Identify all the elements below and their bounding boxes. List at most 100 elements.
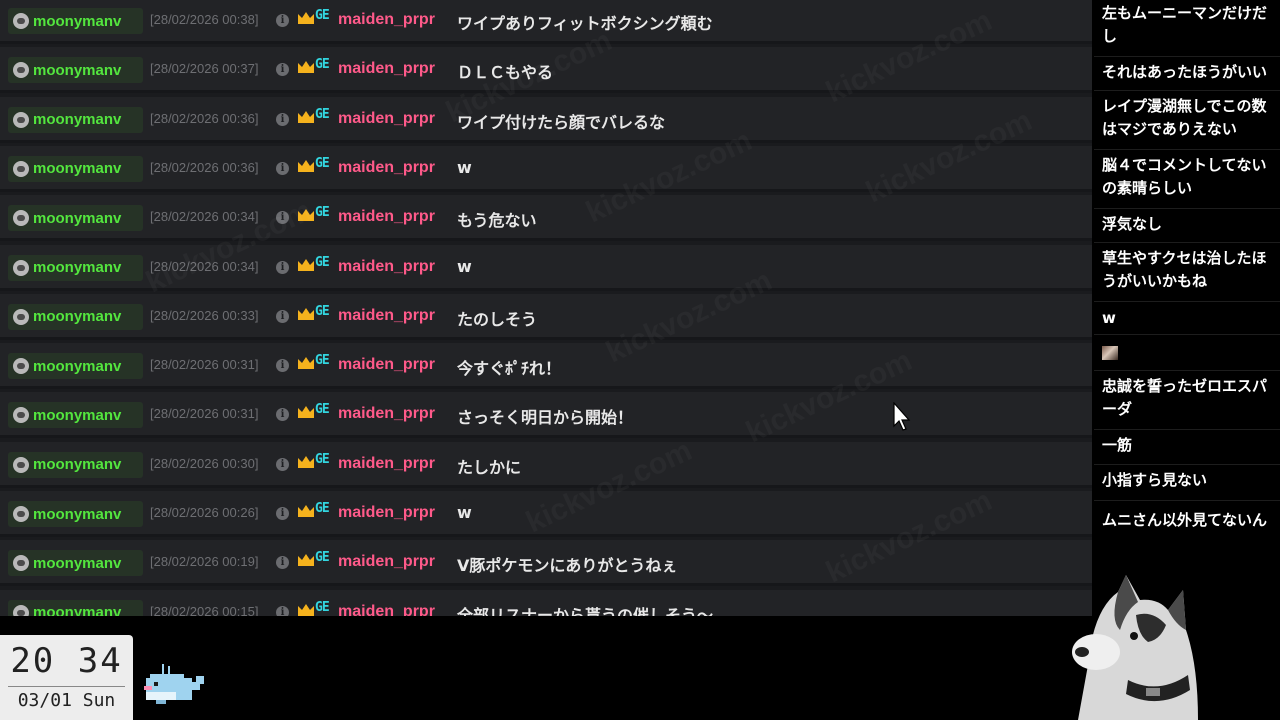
sender-name[interactable]: maiden_prpr (338, 208, 435, 226)
info-icon[interactable]: i (276, 408, 289, 422)
tag-badge-icon: GE (315, 303, 330, 319)
sender-name[interactable]: maiden_prpr (338, 110, 435, 128)
chat-row: moonymanv [28/02/2026 00:37] i GE maiden_prp… (0, 47, 1092, 94)
tag-badge-icon: GE (315, 599, 330, 615)
chat-message: 今すぐﾎﾟﾁれ！ (457, 359, 562, 379)
crown-icon (298, 357, 314, 370)
crown-icon (298, 455, 314, 468)
avatar-icon (13, 13, 29, 29)
info-icon[interactable]: i (276, 112, 289, 126)
username-badge[interactable]: moonymanv (8, 402, 143, 429)
sender-name[interactable]: maiden_prpr (338, 307, 435, 325)
timestamp: [28/02/2026 00:31] (150, 406, 259, 422)
username-badge[interactable]: moonymanv (8, 106, 143, 133)
clock-date: 03/01 Sun (17, 690, 116, 711)
avatar-icon (13, 456, 29, 473)
timestamp: [28/02/2026 00:15] (150, 603, 259, 616)
info-icon[interactable]: i (276, 260, 289, 274)
avatar-icon (13, 210, 29, 227)
comment-item: レイプ漫湖無しでこの数はマジでありえない (1102, 97, 1267, 138)
sender-name[interactable]: maiden_prpr (338, 60, 435, 78)
avatar-icon (13, 506, 29, 522)
timestamp: [28/02/2026 00:38] (150, 12, 259, 27)
username-badge[interactable]: moonymanv (8, 57, 143, 84)
timestamp: [28/02/2026 00:26] (150, 505, 259, 520)
username-badge[interactable]: moonymanv (8, 353, 143, 380)
username-badge[interactable]: moonymanv (8, 8, 143, 34)
info-icon[interactable]: i (276, 359, 289, 373)
username-badge[interactable]: moonymanv (8, 303, 143, 330)
avatar-icon (13, 259, 29, 276)
crown-icon (298, 554, 314, 567)
username-badge[interactable]: moonymanv (8, 599, 143, 616)
avatar-icon (13, 358, 29, 375)
info-icon[interactable]: i (276, 211, 289, 225)
tag-badge-icon: GE (315, 57, 330, 73)
username-badge[interactable]: moonymanv (8, 501, 143, 527)
info-icon[interactable]: i (276, 63, 289, 77)
comment-divider (1094, 500, 1280, 501)
comment-item: ムニさん以外見てないんだ (1102, 511, 1268, 529)
chat-message: もう危ない (457, 211, 537, 231)
username-badge[interactable]: moonymanv (8, 254, 143, 281)
comment-divider (1094, 464, 1280, 465)
comment-divider (1094, 242, 1280, 243)
chat-row: moonymanv [28/02/2026 00:31] i GE maiden_prp… (0, 343, 1092, 390)
sender-name[interactable]: maiden_prpr (338, 405, 435, 423)
comment-item: 草生やすクセは治したほうがいいかもね (1102, 249, 1267, 290)
avatar-icon (13, 62, 29, 79)
sender-name[interactable]: maiden_prpr (338, 11, 435, 29)
crown-icon (298, 61, 314, 74)
chat-message: ワイプありフィットボクシング頼む (457, 14, 713, 33)
info-icon[interactable]: i (276, 14, 289, 27)
crown-icon (298, 258, 314, 271)
username-badge[interactable]: moonymanv (8, 451, 143, 478)
timestamp: [28/02/2026 00:36] (150, 110, 259, 126)
avatar-icon (13, 604, 29, 616)
username-label: moonymanv (33, 160, 122, 178)
clock-time: 20 34 (10, 641, 123, 681)
crown-icon (298, 307, 314, 320)
info-icon[interactable]: i (276, 457, 289, 471)
info-icon[interactable]: i (276, 309, 289, 323)
sender-name[interactable]: maiden_prpr (338, 159, 435, 177)
stream-screen: moonymanv [28/02/2026 00:38] i GE maiden_prp… (0, 0, 1280, 720)
tag-badge-icon: GE (315, 353, 330, 369)
chat-row: moonymanv [28/02/2026 00:19] i GE maiden_prp… (0, 540, 1092, 587)
username-badge[interactable]: moonymanv (8, 205, 143, 232)
sender-name[interactable]: maiden_prpr (338, 356, 435, 374)
timestamp: [28/02/2026 00:34] (150, 258, 259, 274)
username-label: moonymanv (33, 406, 122, 424)
chat-message: w (457, 256, 472, 276)
avatar-icon (13, 407, 29, 424)
comment-column: 左もムーニーマンだけだし それはあったほうがいい レイプ漫湖無しでこの数はマジであり… (1094, 0, 1280, 530)
chat-row: moonymanv [28/02/2026 00:31] i GE maiden_prp… (0, 392, 1092, 439)
info-icon[interactable]: i (276, 605, 289, 616)
tag-badge-icon: GE (315, 8, 330, 23)
timestamp: [28/02/2026 00:30] (150, 455, 259, 471)
username-label: moonymanv (33, 357, 122, 375)
sender-name[interactable]: maiden_prpr (338, 553, 435, 571)
timestamp: [28/02/2026 00:19] (150, 554, 259, 570)
comment-divider (1094, 90, 1280, 91)
tag-badge-icon: GE (315, 550, 330, 566)
sender-name[interactable]: maiden_prpr (338, 603, 435, 616)
tag-badge-icon: GE (315, 451, 330, 467)
info-icon[interactable]: i (276, 161, 289, 175)
username-badge[interactable]: moonymanv (8, 155, 143, 182)
username-label: moonymanv (33, 604, 122, 616)
comment-divider (1094, 149, 1280, 150)
info-icon[interactable]: i (276, 556, 289, 570)
username-badge[interactable]: moonymanv (8, 550, 143, 577)
chat-row: moonymanv [28/02/2026 00:38] i GE maiden_prp… (0, 0, 1092, 44)
comment-divider (1094, 208, 1280, 209)
sender-name[interactable]: maiden_prpr (338, 504, 435, 522)
avatar-icon (13, 111, 29, 128)
sender-name[interactable]: maiden_prpr (338, 258, 435, 276)
comment-divider (1094, 56, 1280, 57)
sender-name[interactable]: maiden_prpr (338, 455, 435, 473)
comment-divider (1094, 334, 1280, 335)
timestamp: [28/02/2026 00:31] (150, 357, 259, 373)
info-icon[interactable]: i (276, 507, 289, 520)
tag-badge-icon: GE (315, 254, 330, 270)
